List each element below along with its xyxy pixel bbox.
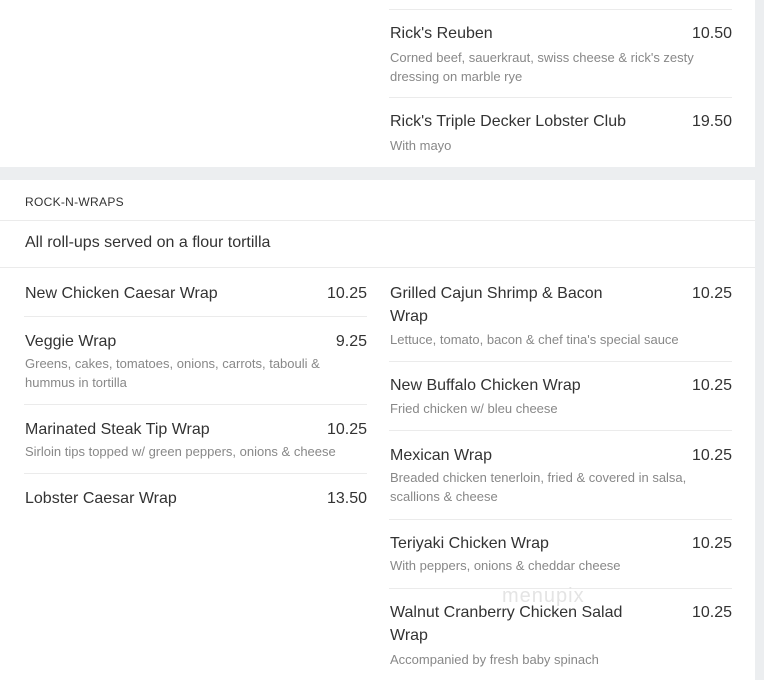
item-price: 9.25	[335, 333, 367, 350]
menu-item-ricks-reuben[interactable]: Rick's Reuben 10.50 Corned beef, sauerkr…	[390, 22, 732, 92]
menu-item-veggie-wrap[interactable]: Veggie Wrap 9.25 Greens, cakes, tomatoes…	[25, 330, 367, 400]
item-description: Accompanied by fresh baby spinach	[390, 652, 599, 667]
menu-item-walnut-cranberry-chicken-salad-wrap[interactable]: Walnut Cranberry Chicken Salad Wrap 10.2…	[390, 601, 732, 676]
item-name: New Buffalo Chicken Wrap	[390, 377, 581, 394]
item-price: 10.25	[691, 377, 732, 394]
item-name: Lobster Caesar Wrap	[25, 490, 177, 507]
item-description: Fried chicken w/ bleu cheese	[390, 401, 558, 416]
item-name: Teriyaki Chicken Wrap	[390, 535, 549, 552]
item-description: With mayo	[390, 138, 452, 153]
menu-item-new-chicken-caesar-wrap[interactable]: New Chicken Caesar Wrap 10.25	[25, 282, 367, 312]
divider	[0, 267, 755, 268]
item-price: 10.25	[691, 447, 732, 464]
menu-item-marinated-steak-tip-wrap[interactable]: Marinated Steak Tip Wrap 10.25 Sirloin t…	[25, 418, 367, 468]
menu-item-new-buffalo-chicken-wrap[interactable]: New Buffalo Chicken Wrap 10.25 Fried chi…	[390, 374, 732, 424]
item-price: 19.50	[691, 113, 732, 130]
divider	[389, 97, 732, 98]
item-name: Rick's Triple Decker Lobster Club	[390, 113, 627, 130]
divider	[389, 519, 732, 520]
item-description: scallions & cheese	[390, 489, 498, 504]
menu-item-lobster-caesar-wrap[interactable]: Lobster Caesar Wrap 13.50	[25, 487, 367, 517]
item-description: Greens, cakes, tomatoes, onions, carrots…	[25, 356, 320, 371]
item-price: 10.50	[691, 25, 732, 42]
menu-item-teriyaki-chicken-wrap[interactable]: Teriyaki Chicken Wrap 10.25 With peppers…	[390, 532, 732, 582]
item-description: hummus in tortilla	[25, 375, 127, 390]
item-name: Veggie Wrap	[25, 333, 117, 350]
item-price: 10.25	[691, 285, 732, 302]
item-price: 10.25	[691, 535, 732, 552]
section-title: ROCK-N-WRAPS	[25, 195, 124, 209]
section-note: All roll-ups served on a flour tortilla	[25, 234, 271, 251]
divider	[24, 473, 367, 474]
item-description: Breaded chicken tenerloin, fried & cover…	[390, 470, 687, 485]
item-description: Sirloin tips topped w/ green peppers, on…	[25, 444, 336, 459]
menu-panel-top: Rick's Reuben 10.50 Corned beef, sauerkr…	[0, 0, 755, 167]
divider	[389, 361, 732, 362]
divider	[24, 316, 367, 317]
divider	[389, 430, 732, 431]
item-price: 10.25	[691, 604, 732, 621]
item-description: dressing on marble rye	[390, 69, 523, 84]
item-description: Corned beef, sauerkraut, swiss cheese & …	[390, 50, 694, 65]
item-price: 13.50	[326, 490, 367, 507]
item-name: Rick's Reuben	[390, 25, 493, 42]
item-name: Marinated Steak Tip Wrap	[25, 421, 210, 438]
item-description: With peppers, onions & cheddar cheese	[390, 558, 621, 573]
item-name: Mexican Wrap	[390, 447, 492, 464]
item-name: Walnut Cranberry Chicken Salad	[390, 604, 623, 621]
item-price: 10.25	[326, 421, 367, 438]
menu-item-grilled-cajun-shrimp-bacon-wrap[interactable]: Grilled Cajun Shrimp & Bacon Wrap 10.25 …	[390, 282, 732, 352]
item-name: Grilled Cajun Shrimp & Bacon	[390, 285, 603, 302]
item-description: Lettuce, tomato, bacon & chef tina's spe…	[390, 332, 679, 347]
divider	[389, 9, 732, 10]
page-edge	[755, 0, 764, 680]
item-name: Wrap	[390, 308, 428, 325]
divider	[24, 404, 367, 405]
divider	[0, 220, 755, 221]
item-name: Wrap	[390, 627, 428, 644]
menu-item-ricks-triple-decker-lobster-club[interactable]: Rick's Triple Decker Lobster Club 19.50 …	[390, 110, 732, 160]
item-price: 10.25	[326, 285, 367, 302]
item-name: New Chicken Caesar Wrap	[25, 285, 218, 302]
menu-item-mexican-wrap[interactable]: Mexican Wrap 10.25 Breaded chicken tener…	[390, 444, 732, 514]
